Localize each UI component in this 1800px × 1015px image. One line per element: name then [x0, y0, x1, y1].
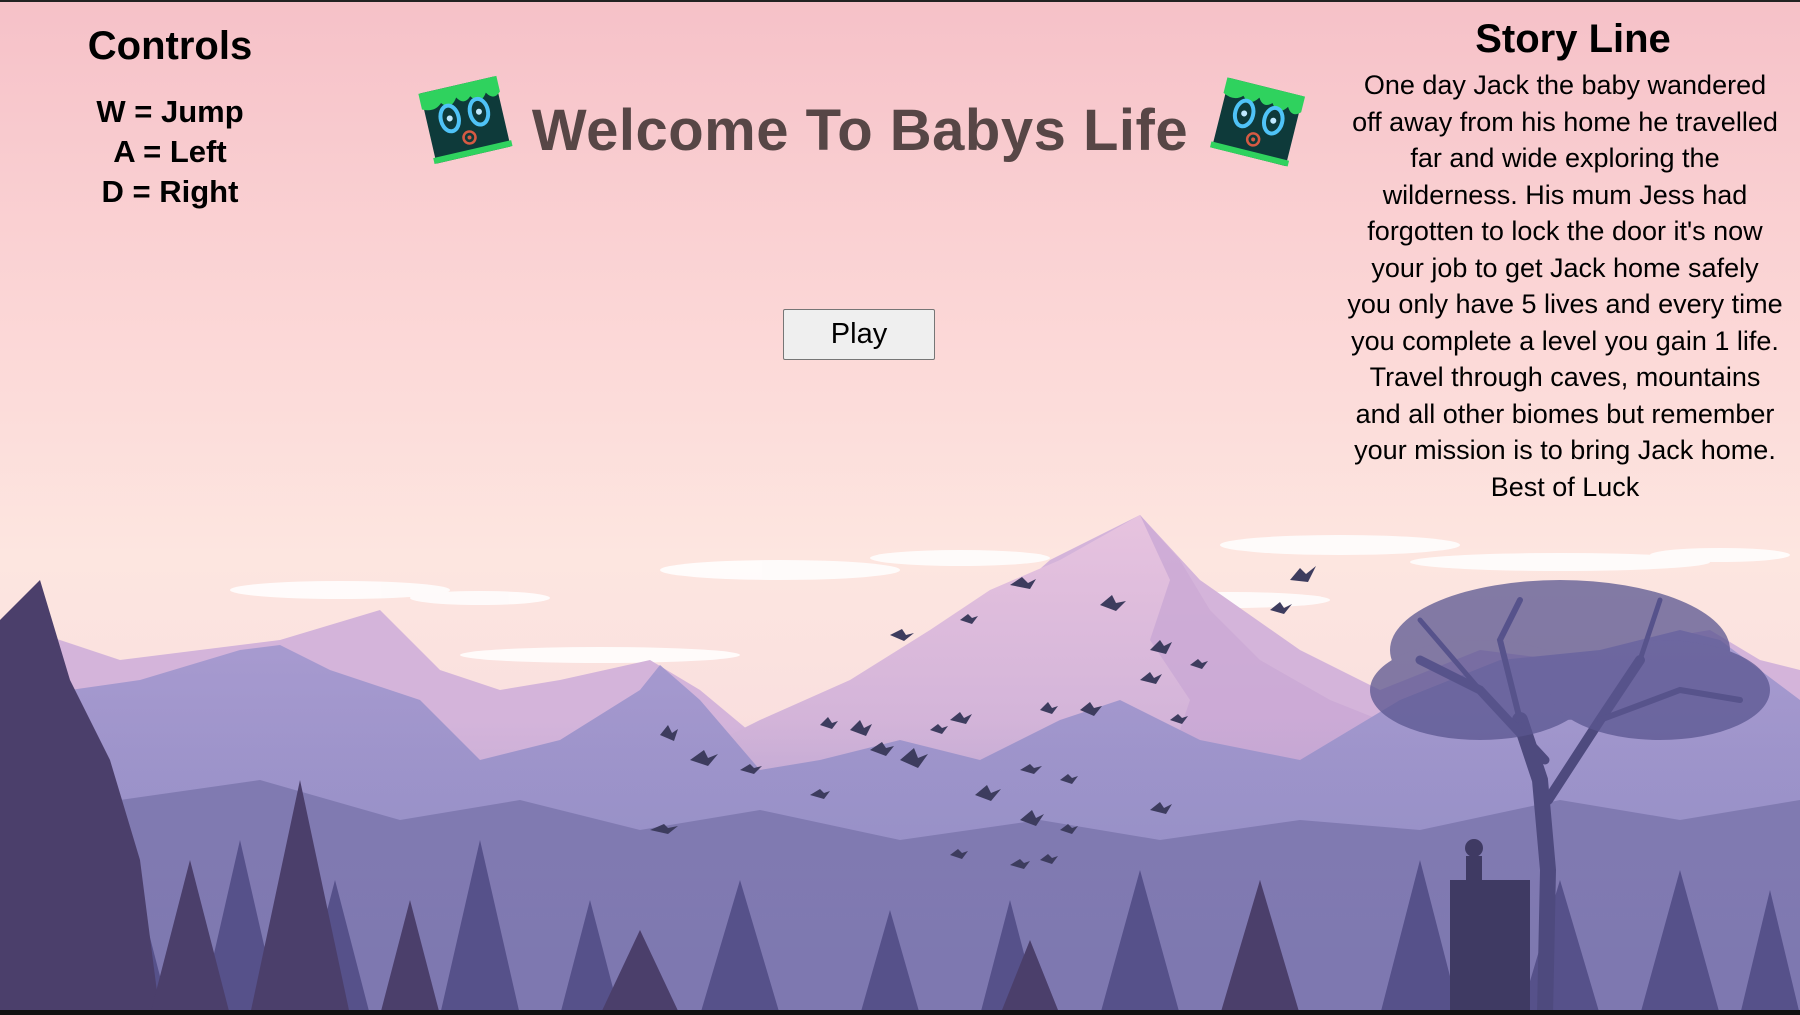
game-title: Welcome To Babys Life	[531, 98, 1189, 163]
controls-heading: Controls	[87, 24, 253, 68]
story-text: One day Jack the baby wandered off away …	[1347, 70, 1783, 502]
control-left: A = Left	[113, 134, 227, 169]
top-border	[0, 0, 1800, 2]
game-menu-screen: Controls W = Jump A = Left D = Right Wel…	[0, 0, 1800, 1015]
control-right: D = Right	[101, 174, 239, 209]
control-jump: W = Jump	[96, 94, 244, 129]
controls-panel: Controls W = Jump A = Left D = Right	[40, 22, 300, 212]
story-heading: Story Line	[1475, 17, 1671, 61]
story-panel: Story Line One day Jack the baby wandere…	[1346, 15, 1784, 505]
bottom-border	[0, 1010, 1800, 1015]
play-button[interactable]: Play	[783, 309, 935, 360]
